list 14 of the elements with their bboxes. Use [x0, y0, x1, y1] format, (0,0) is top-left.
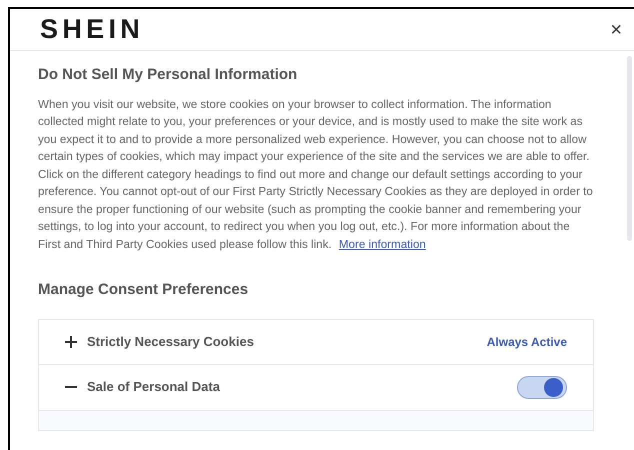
status-label: Always Active	[486, 334, 567, 350]
section-heading: Manage Consent Preferences	[38, 280, 250, 300]
plus-icon[interactable]	[65, 336, 77, 348]
section-heading: Do Not Sell My Personal Information	[38, 65, 298, 85]
scrollbar[interactable]	[627, 56, 632, 241]
description-paragraph: When you visit our website, we store cookies on your browser to collect information. The information collected might relate to you, your preferences or your device, and is mostly used to make the site work as you expect it to and to provide a more personalized web experience. However, you can choose not to allow certain types of cookies, which may impact your experience of the site and the services we are able to offer. Click on the different category headings to find out more and change our default settings according to your preference. You cannot opt-out of our First Party Strictly Necessary Cookies as they are deployed in order to ensure the proper functioning of our website (such as prompting the cookie banner and remembering your settings, to log into your account, to redirect you when you log out, etc.). For more information about the First and Third Party Cookies used please follow this link. More information	[38, 96, 594, 252]
close-button[interactable]: ×	[606, 20, 626, 40]
category-label: Sale of Personal Data	[87, 378, 220, 396]
more-information-link[interactable]: More information	[338, 238, 426, 250]
category-label: Strictly Necessary Cookies	[87, 332, 254, 351]
category-row[interactable]: Sale of Personal Data	[38, 364, 594, 410]
logo: SHEIN	[40, 13, 144, 46]
toggle-switch[interactable]	[517, 376, 567, 398]
category-row[interactable]: Strictly Necessary Cookies Always Active	[38, 318, 594, 364]
